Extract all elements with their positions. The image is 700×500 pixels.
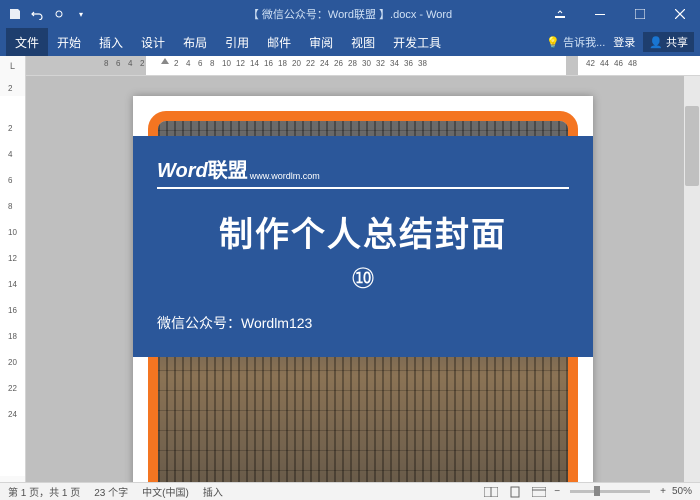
- minimize-icon[interactable]: [580, 0, 620, 28]
- zoom-level[interactable]: 50%: [672, 486, 692, 497]
- person-icon: 👤: [649, 36, 663, 49]
- vertical-scrollbar[interactable]: [684, 76, 700, 482]
- title-overlay: Word联盟 www.wordlm.com 制作个人总结封面 ⑩ 微信公众号：W…: [133, 136, 593, 357]
- title-bar: ▾ 【 微信公众号：Word联盟 】.docx - Word: [0, 0, 700, 28]
- redo-icon[interactable]: [52, 7, 66, 21]
- document-canvas[interactable]: Word联盟 www.wordlm.com 制作个人总结封面 ⑩ 微信公众号：W…: [26, 76, 700, 482]
- ribbon-tabs: 文件 开始 插入 设计 布局 引用 邮件 审阅 视图 开发工具 💡告诉我... …: [0, 28, 700, 56]
- indent-marker-icon[interactable]: [161, 58, 169, 64]
- tab-references[interactable]: 引用: [216, 28, 258, 56]
- status-bar: 第 1 页，共 1 页 23 个字 中文(中国) 插入 − + 50%: [0, 482, 700, 500]
- read-mode-icon[interactable]: [482, 485, 500, 499]
- tab-developer[interactable]: 开发工具: [384, 28, 450, 56]
- logo-line: Word联盟 www.wordlm.com: [157, 154, 569, 189]
- lightbulb-icon: 💡: [546, 36, 560, 49]
- tab-insert[interactable]: 插入: [90, 28, 132, 56]
- horizontal-ruler[interactable]: L 86422468101214161820222426283032343638…: [0, 56, 700, 76]
- zoom-slider[interactable]: [570, 490, 650, 493]
- status-language[interactable]: 中文(中国): [142, 484, 189, 499]
- window-title: 【 微信公众号：Word联盟 】.docx - Word: [248, 6, 452, 22]
- zoom-out-icon[interactable]: −: [554, 486, 560, 497]
- wechat-line: 微信公众号：Wordlm123: [157, 313, 569, 333]
- quick-access-toolbar: ▾: [0, 7, 96, 21]
- maximize-icon[interactable]: [620, 0, 660, 28]
- logo-cn: 联盟: [208, 154, 248, 183]
- ribbon-options-icon[interactable]: [540, 0, 580, 28]
- undo-icon[interactable]: [30, 7, 44, 21]
- tab-design[interactable]: 设计: [132, 28, 174, 56]
- zoom-thumb[interactable]: [594, 486, 600, 496]
- scrollbar-thumb[interactable]: [685, 106, 699, 186]
- cover-number: ⑩: [157, 262, 569, 295]
- tab-home[interactable]: 开始: [48, 28, 90, 56]
- ruler-corner[interactable]: L: [0, 56, 26, 76]
- tab-file[interactable]: 文件: [6, 28, 48, 56]
- status-words[interactable]: 23 个字: [94, 484, 128, 499]
- window-controls: [540, 0, 700, 28]
- share-button[interactable]: 👤共享: [643, 32, 694, 52]
- status-insert-mode[interactable]: 插入: [203, 484, 223, 499]
- tab-layout[interactable]: 布局: [174, 28, 216, 56]
- page: Word联盟 www.wordlm.com 制作个人总结封面 ⑩ 微信公众号：W…: [133, 96, 593, 482]
- login-link[interactable]: 登录: [613, 34, 635, 50]
- tab-mailings[interactable]: 邮件: [258, 28, 300, 56]
- tab-review[interactable]: 审阅: [300, 28, 342, 56]
- print-layout-icon[interactable]: [506, 485, 524, 499]
- web-layout-icon[interactable]: [530, 485, 548, 499]
- close-icon[interactable]: [660, 0, 700, 28]
- logo-url: www.wordlm.com: [250, 171, 320, 181]
- status-page[interactable]: 第 1 页，共 1 页: [8, 484, 80, 499]
- qat-dropdown-icon[interactable]: ▾: [74, 7, 88, 21]
- tab-view[interactable]: 视图: [342, 28, 384, 56]
- document-workspace: 224681012141618202224 Word联盟 www.wordlm.…: [0, 76, 700, 482]
- save-icon[interactable]: [8, 7, 22, 21]
- logo-word: Word: [157, 160, 208, 183]
- zoom-in-icon[interactable]: +: [660, 486, 666, 497]
- vertical-ruler[interactable]: 224681012141618202224: [0, 76, 26, 482]
- cover-title: 制作个人总结封面: [157, 207, 569, 256]
- tell-me-search[interactable]: 💡告诉我...: [546, 34, 605, 50]
